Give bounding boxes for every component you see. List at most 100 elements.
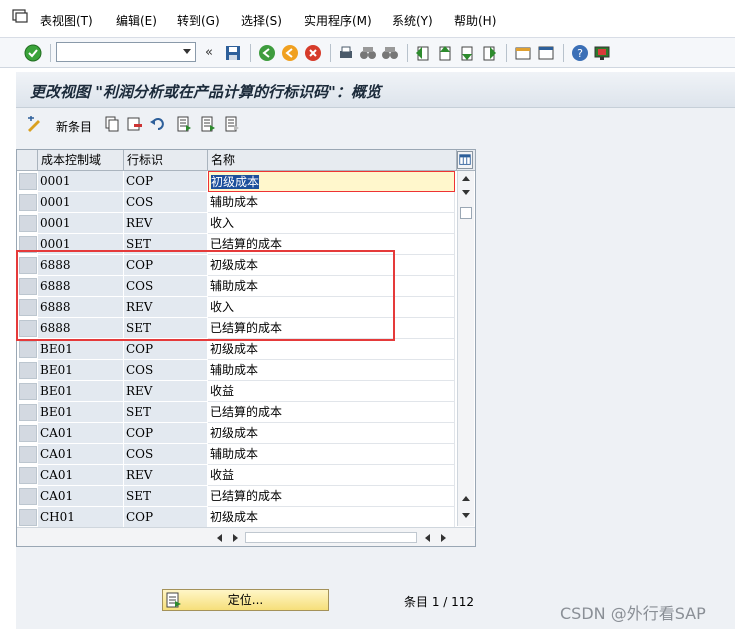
find-icon[interactable] (359, 44, 377, 62)
cell-controlling-area: 0001 (38, 192, 124, 213)
exit-icon[interactable] (281, 44, 299, 62)
toolbar-separator (563, 44, 564, 62)
menu-system[interactable]: 系统(Y) (392, 13, 433, 29)
table-row: 0001 REV 收入 (17, 213, 457, 234)
scroll-left-icon[interactable] (425, 534, 430, 542)
delete-icon[interactable] (127, 116, 143, 132)
row-selector[interactable] (19, 488, 37, 505)
cell-name-text: 已结算的成本 (210, 237, 283, 251)
undo-icon[interactable] (150, 116, 166, 132)
cell-controlling-area: CA01 (38, 423, 124, 444)
command-field[interactable] (56, 42, 196, 62)
menu-window-icon[interactable] (12, 9, 28, 23)
application-toolbar: 新条目 (16, 108, 735, 138)
row-selector[interactable] (19, 446, 37, 463)
cell-row-id: COP (124, 171, 208, 192)
cell-name-input[interactable]: 初级成本 (208, 423, 455, 444)
cell-name-input[interactable]: 收入 (208, 213, 455, 234)
scroll-right-icon[interactable] (441, 534, 446, 542)
prev-page-icon[interactable] (436, 44, 454, 62)
select-block-icon[interactable] (200, 116, 216, 132)
row-selector[interactable] (19, 383, 37, 400)
table-header: 成本控制域 行标识 名称 (17, 150, 475, 171)
row-selector[interactable] (19, 194, 37, 211)
cell-row-id: COP (124, 423, 208, 444)
save-icon[interactable] (224, 44, 242, 62)
column-header-name[interactable]: 名称 (208, 150, 457, 171)
check-icon[interactable] (24, 44, 42, 62)
row-selector[interactable] (19, 467, 37, 484)
new-entries-button[interactable]: 新条目 (56, 118, 92, 135)
print-icon[interactable] (337, 44, 355, 62)
last-page-icon[interactable] (480, 44, 498, 62)
scroll-down-icon[interactable] (462, 190, 470, 195)
row-selector[interactable] (19, 215, 37, 232)
position-button[interactable]: 定位... (162, 589, 329, 611)
select-all-header[interactable] (17, 150, 38, 171)
layout-icon[interactable] (593, 44, 611, 62)
menu-bar: 表视图(T) 编辑(E) 转到(G) 选择(S) 实用程序(M) 系统(Y) 帮… (0, 0, 735, 38)
scroll-up-icon[interactable] (462, 176, 470, 181)
cell-name-input[interactable]: 辅助成本 (208, 360, 455, 381)
cell-name-input[interactable]: 初级成本 (208, 339, 455, 360)
toolbar-separator (506, 44, 507, 62)
cell-name-input[interactable]: 初级成本 (208, 507, 455, 528)
cell-name-input[interactable]: 收益 (208, 465, 455, 486)
display-change-icon[interactable] (26, 116, 42, 132)
cancel-icon[interactable] (304, 44, 322, 62)
scroll-up-icon[interactable] (462, 496, 470, 501)
column-header-controlling-area[interactable]: 成本控制域 (38, 150, 124, 171)
cell-controlling-area: BE01 (38, 381, 124, 402)
table-row: CA01 COS 辅助成本 (17, 444, 457, 465)
scroll-thumb[interactable] (460, 207, 472, 219)
cell-name-input[interactable]: 辅助成本 (208, 444, 455, 465)
next-page-icon[interactable] (458, 44, 476, 62)
first-page-icon[interactable] (414, 44, 432, 62)
cell-name-text: 收入 (210, 216, 235, 230)
cell-controlling-area: CA01 (38, 465, 124, 486)
menu-selection[interactable]: 选择(S) (241, 13, 282, 29)
row-selector[interactable] (19, 341, 37, 358)
vertical-scrollbar[interactable] (457, 171, 474, 526)
cell-name-input[interactable]: 收益 (208, 381, 455, 402)
help-icon[interactable]: ? (571, 44, 589, 62)
cell-row-id: REV (124, 381, 208, 402)
toolbar-separator (50, 44, 51, 62)
scroll-down-icon[interactable] (462, 513, 470, 518)
row-selector[interactable] (19, 425, 37, 442)
cell-name-input[interactable]: 已结算的成本 (208, 486, 455, 507)
table-row: 0001 COS 辅助成本 (17, 192, 457, 213)
horizontal-scrollbar[interactable] (17, 527, 475, 546)
row-selector[interactable] (19, 173, 37, 190)
scroll-track[interactable] (245, 532, 417, 543)
column-header-row-id[interactable]: 行标识 (124, 150, 208, 171)
row-selector[interactable] (19, 509, 37, 526)
menu-table-view[interactable]: 表视图(T) (40, 13, 93, 29)
scroll-left-icon[interactable] (217, 534, 222, 542)
row-selector[interactable] (19, 362, 37, 379)
menu-edit[interactable]: 编辑(E) (116, 13, 157, 29)
cell-row-id: COP (124, 339, 208, 360)
chevron-down-icon[interactable] (183, 49, 191, 54)
cell-name-input[interactable]: 已结算的成本 (208, 402, 455, 423)
copy-icon[interactable] (104, 116, 120, 132)
select-all-icon[interactable] (176, 116, 192, 132)
cell-row-id: COP (124, 507, 208, 528)
watermark: CSDN @外行看SAP (560, 604, 706, 623)
cell-name-input[interactable]: 初级成本 (208, 171, 455, 192)
cell-name-input[interactable]: 辅助成本 (208, 192, 455, 213)
back-icon[interactable] (258, 44, 276, 62)
create-session-icon[interactable] (514, 44, 532, 62)
deselect-all-icon[interactable] (224, 116, 240, 132)
menu-goto[interactable]: 转到(G) (177, 13, 220, 29)
menu-utilities[interactable]: 实用程序(M) (304, 13, 372, 29)
menu-help[interactable]: 帮助(H) (454, 13, 496, 29)
find-next-icon[interactable] (381, 44, 399, 62)
collapse-arrows-icon[interactable]: « (205, 45, 215, 60)
table-settings-icon[interactable] (457, 151, 473, 169)
shortcut-icon[interactable] (537, 44, 555, 62)
row-selector[interactable] (19, 404, 37, 421)
table-row: BE01 SET 已结算的成本 (17, 402, 457, 423)
scroll-right-icon[interactable] (233, 534, 238, 542)
cell-controlling-area: 0001 (38, 213, 124, 234)
